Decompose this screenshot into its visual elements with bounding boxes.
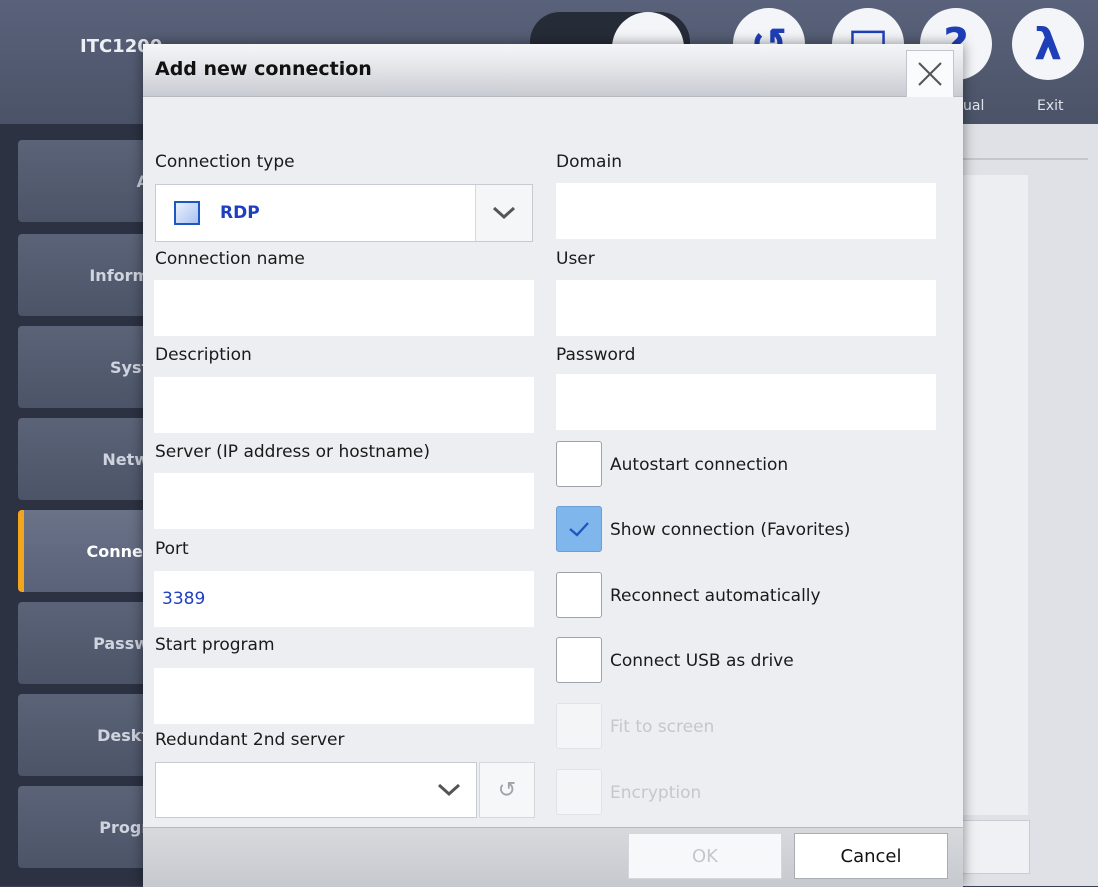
sidebar-item-network[interactable]: Netwo	[18, 418, 160, 500]
close-button[interactable]	[906, 50, 954, 98]
connection-name-field[interactable]	[154, 280, 534, 336]
sidebar-item-programs[interactable]: Progra	[18, 786, 160, 868]
reconnect-label: Reconnect automatically	[610, 586, 821, 606]
connection-name-label: Connection name	[155, 249, 305, 269]
manual-label: ual	[963, 98, 985, 114]
close-icon	[918, 62, 942, 86]
cancel-button[interactable]: Cancel	[794, 833, 948, 879]
redundant-server-label: Redundant 2nd server	[155, 730, 345, 750]
port-field[interactable]	[154, 571, 534, 627]
content-divider	[960, 158, 1088, 160]
password-field[interactable]	[556, 374, 936, 430]
show-connection-label: Show connection (Favorites)	[610, 520, 851, 540]
chevron-down-icon[interactable]	[422, 763, 476, 817]
encryption-label: Encryption	[610, 783, 702, 803]
sidebar-item-system[interactable]: Syste	[18, 326, 160, 408]
domain-field[interactable]	[556, 183, 936, 239]
chevron-down-icon[interactable]	[475, 185, 532, 241]
background-button	[952, 820, 1030, 874]
fit-to-screen-label: Fit to screen	[610, 717, 715, 737]
fit-to-screen-checkbox	[556, 703, 602, 749]
user-label: User	[556, 249, 595, 269]
dialog-body: Connection type RDP Connection name Desc…	[143, 97, 963, 827]
user-field[interactable]	[556, 280, 936, 336]
show-connection-checkbox[interactable]	[556, 506, 602, 552]
connection-type-select[interactable]: RDP	[155, 184, 533, 242]
sidebar-item-connections[interactable]: Connect	[18, 510, 160, 592]
server-field[interactable]	[154, 473, 534, 529]
encryption-checkbox	[556, 769, 602, 815]
start-program-field[interactable]	[154, 668, 534, 724]
server-label: Server (IP address or hostname)	[155, 442, 430, 462]
redundant-server-select[interactable]	[155, 762, 477, 818]
start-program-label: Start program	[155, 635, 275, 655]
dialog-title: Add new connection	[155, 58, 372, 80]
port-label: Port	[155, 539, 189, 559]
reset-server-button[interactable]: ↺	[479, 762, 535, 818]
exit-icon[interactable]: λ	[1012, 8, 1084, 80]
reset-icon: ↺	[497, 777, 517, 803]
description-field[interactable]	[154, 377, 534, 433]
ok-button[interactable]: OK	[628, 833, 782, 879]
autostart-checkbox[interactable]	[556, 441, 602, 487]
content-panel	[960, 175, 1028, 815]
sidebar: All Informa Syste Netwo Connect Passwo D…	[0, 124, 160, 886]
domain-label: Domain	[556, 152, 622, 172]
sidebar-item-information[interactable]: Informa	[18, 234, 160, 316]
dialog-titlebar: Add new connection	[143, 44, 963, 98]
connect-usb-checkbox[interactable]	[556, 637, 602, 683]
autostart-label: Autostart connection	[610, 455, 789, 475]
description-label: Description	[155, 345, 252, 365]
connection-type-value: RDP	[220, 203, 260, 223]
add-connection-dialog: Add new connection Connection type RDP C…	[143, 44, 963, 887]
reconnect-checkbox[interactable]	[556, 572, 602, 618]
sidebar-item-desktop[interactable]: Deskto	[18, 694, 160, 776]
password-label: Password	[556, 345, 636, 365]
dialog-footer: OK Cancel	[143, 827, 963, 887]
rdp-icon	[174, 201, 200, 225]
sidebar-item-all[interactable]: All	[18, 140, 160, 222]
connection-type-label: Connection type	[155, 152, 295, 172]
exit-label: Exit	[1037, 98, 1064, 114]
checkmark-icon	[569, 522, 589, 537]
sidebar-item-password[interactable]: Passwo	[18, 602, 160, 684]
connect-usb-label: Connect USB as drive	[610, 651, 794, 671]
